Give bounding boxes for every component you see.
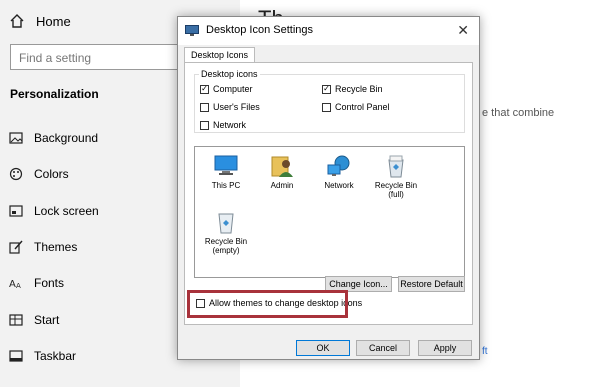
restore-default-button[interactable]: Restore Default xyxy=(398,276,465,292)
icon-label: Recycle Bin (empty) xyxy=(204,237,248,255)
icon-label: This PC xyxy=(211,181,241,190)
sidebar-item-label: Fonts xyxy=(34,276,65,290)
sidebar-item-label: Taskbar xyxy=(34,349,77,363)
icon-label: Network xyxy=(324,181,354,190)
checkbox-box xyxy=(322,102,331,112)
close-icon[interactable]: ✕ xyxy=(457,22,469,39)
desktop-icon-list: This PC Admin Network Recycle Bin (full)… xyxy=(194,146,465,278)
taskbar-icon xyxy=(8,348,24,364)
brush-icon xyxy=(8,239,24,255)
start-icon xyxy=(8,312,24,328)
icon-item-admin[interactable]: Admin xyxy=(252,153,312,190)
icon-item-recycle-bin-full[interactable]: Recycle Bin (full) xyxy=(366,153,426,199)
cancel-button[interactable]: Cancel xyxy=(356,340,410,356)
icon-item-network[interactable]: Network xyxy=(309,153,369,190)
sidebar-item-label: Lock screen xyxy=(34,204,99,218)
home-label: Home xyxy=(36,13,71,29)
home-icon xyxy=(8,12,26,30)
user-folder-icon xyxy=(269,153,295,179)
computer-checkbox[interactable]: ✓ Computer xyxy=(200,84,253,94)
recycle-bin-checkbox[interactable]: ✓ Recycle Bin xyxy=(322,84,383,94)
checkbox-label: User's Files xyxy=(213,102,260,112)
search-placeholder: Find a setting xyxy=(19,51,92,65)
recycle-bin-full-icon xyxy=(383,153,409,179)
highlight-box xyxy=(187,290,348,318)
svg-text:A: A xyxy=(16,282,21,290)
icon-label: Recycle Bin (full) xyxy=(374,181,418,199)
network-icon xyxy=(326,153,352,179)
apply-button[interactable]: Apply xyxy=(418,340,472,356)
icon-label: Admin xyxy=(270,181,294,190)
control-panel-checkbox[interactable]: Control Panel xyxy=(322,102,390,112)
dialog-titlebar[interactable]: Desktop Icon Settings ✕ xyxy=(178,17,479,45)
check-icon: ✓ xyxy=(322,84,331,94)
section-title: Personalization xyxy=(10,87,99,101)
checkbox-box xyxy=(200,120,209,130)
icon-item-recycle-bin-empty[interactable]: Recycle Bin (empty) xyxy=(196,209,256,255)
home-nav-item[interactable]: Home xyxy=(8,12,71,30)
sidebar-item-label: Background xyxy=(34,131,99,145)
dialog-app-icon xyxy=(185,24,199,36)
picture-icon xyxy=(8,130,24,146)
page-description: e that combine xyxy=(482,107,555,119)
checkbox-label: Recycle Bin xyxy=(335,84,383,94)
icon-item-this-pc[interactable]: This PC xyxy=(196,153,256,190)
checkbox-label: Network xyxy=(213,120,247,130)
ok-button[interactable]: OK xyxy=(296,340,350,356)
recycle-bin-empty-icon xyxy=(213,209,239,235)
check-icon: ✓ xyxy=(200,84,209,94)
tab-desktop-icons[interactable]: Desktop Icons xyxy=(184,47,256,63)
network-checkbox[interactable]: Network xyxy=(200,120,246,130)
font-icon: AA xyxy=(8,275,24,291)
computer-icon xyxy=(213,153,239,179)
users-files-checkbox[interactable]: User's Files xyxy=(200,102,260,112)
sidebar-item-label: Themes xyxy=(34,240,78,254)
sidebar-item-label: Start xyxy=(34,313,60,327)
svg-text:A: A xyxy=(9,279,16,290)
lock-screen-icon xyxy=(8,203,24,219)
checkbox-box xyxy=(200,102,209,112)
group-title: Desktop icons xyxy=(199,69,260,79)
palette-icon xyxy=(8,166,24,182)
checkbox-label: Control Panel xyxy=(335,102,390,112)
checkbox-label: Computer xyxy=(213,84,253,94)
page-link[interactable]: ft xyxy=(482,346,488,357)
sidebar-item-label: Colors xyxy=(34,167,69,181)
dialog-title: Desktop Icon Settings xyxy=(206,24,314,36)
